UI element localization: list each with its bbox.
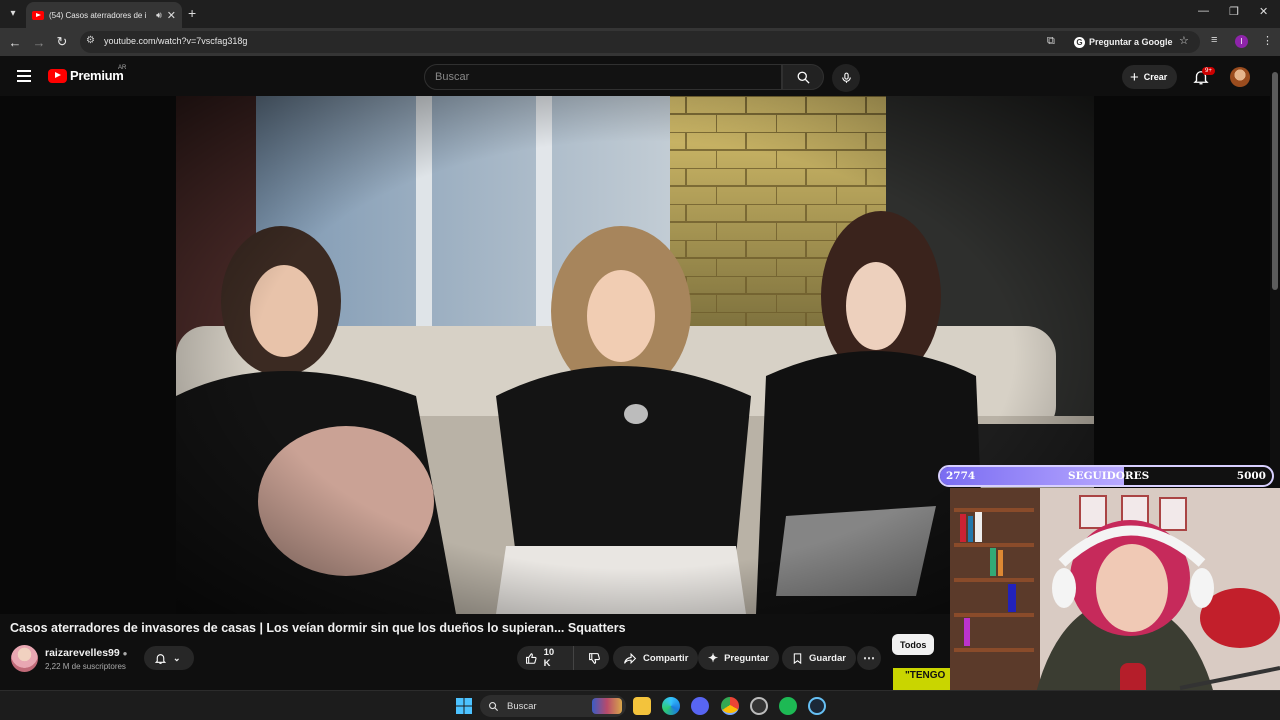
- edge-icon[interactable]: [662, 697, 680, 715]
- browser-tab[interactable]: (54) Casos aterradores de i 🔊︎ ✕: [26, 2, 182, 28]
- media-control-icon[interactable]: ≡: [1211, 34, 1217, 46]
- channel-name-text[interactable]: raizarevelles99: [45, 647, 120, 659]
- url-text[interactable]: youtube.com/watch?v=7vscfag318g: [104, 36, 247, 46]
- share-arrow-icon: [624, 652, 637, 664]
- spotify-icon[interactable]: [779, 697, 797, 715]
- address-bar[interactable]: ⚙︎ youtube.com/watch?v=7vscfag318g ⧉ G P…: [80, 31, 1200, 53]
- close-window-icon[interactable]: ✕: [1259, 5, 1268, 18]
- minimize-icon[interactable]: —: [1198, 5, 1209, 17]
- create-label: Crear: [1143, 72, 1168, 82]
- follower-count: 2774: [946, 470, 976, 482]
- create-button[interactable]: + Crear: [1122, 65, 1178, 89]
- windows-taskbar: Buscar: [0, 690, 1280, 720]
- channel-name[interactable]: raizarevelles99 ●: [45, 647, 128, 659]
- recommended-video-thumbnail[interactable]: "TENGO: [893, 668, 951, 690]
- browser-menu-icon[interactable]: ⋮: [1262, 34, 1273, 47]
- share-button[interactable]: Compartir: [613, 646, 699, 670]
- filter-chip-all[interactable]: Todos: [892, 634, 935, 655]
- more-horizontal-icon: ⋯: [863, 651, 875, 665]
- country-code: AR: [118, 65, 127, 71]
- reload-icon[interactable]: ↻: [53, 33, 71, 51]
- windows-start-icon[interactable]: [455, 697, 473, 715]
- tab-search-icon[interactable]: ▾: [4, 4, 22, 22]
- thumbnail-text: "TENGO: [905, 670, 946, 681]
- subscription-notification-button[interactable]: ⌄: [144, 646, 194, 670]
- plus-icon: +: [1130, 68, 1139, 86]
- install-icon[interactable]: ⧉: [1047, 35, 1055, 48]
- site-info-icon[interactable]: ⚙︎: [86, 35, 95, 46]
- ask-google-button[interactable]: G Preguntar a Google: [1068, 33, 1179, 51]
- search-box: [424, 64, 782, 90]
- thumbs-up-icon: [526, 652, 537, 664]
- microphone-icon: [841, 72, 851, 83]
- subscriber-count: 2,22 M de suscriptores: [45, 662, 126, 671]
- chevron-down-icon: ⌄: [173, 652, 181, 663]
- bookmark-icon: [793, 652, 802, 664]
- like-button[interactable]: 10 K: [517, 646, 574, 670]
- ask-label: Preguntar: [724, 652, 769, 664]
- steam-icon[interactable]: [808, 697, 826, 715]
- close-tab-icon[interactable]: ✕: [167, 9, 176, 22]
- forward-icon[interactable]: →: [30, 33, 48, 51]
- scrollbar-thumb[interactable]: [1272, 72, 1278, 290]
- chrome-icon[interactable]: [721, 697, 739, 715]
- youtube-masthead: Premium AR + Crear: [0, 56, 1270, 96]
- share-label: Compartir: [643, 652, 689, 664]
- search-icon: [797, 71, 810, 84]
- youtube-play-icon: [48, 68, 67, 83]
- save-label: Guardar: [809, 652, 846, 664]
- restore-icon[interactable]: ❐: [1229, 5, 1239, 18]
- like-dislike-group: 10 K: [517, 646, 609, 670]
- search-input[interactable]: [425, 65, 781, 89]
- discord-icon[interactable]: [691, 697, 709, 715]
- taskbar-search-label: Buscar: [507, 700, 537, 712]
- save-button[interactable]: Guardar: [782, 646, 856, 670]
- follower-goal-bar: 2774 SEGUIDORES 5000: [938, 465, 1274, 487]
- sparkle-icon: ✦: [708, 651, 719, 665]
- youtube-logo[interactable]: Premium AR: [48, 65, 127, 83]
- account-avatar[interactable]: [1230, 67, 1250, 87]
- taskbar-search-icon: [489, 701, 499, 711]
- bookmark-star-icon[interactable]: ☆: [1179, 34, 1189, 47]
- browser-toolbar: ← → ↻ ⚙︎ youtube.com/watch?v=7vscfag318g…: [0, 28, 1280, 56]
- webcam-image: [950, 488, 1280, 720]
- back-icon[interactable]: ←: [6, 33, 24, 51]
- more-actions-button[interactable]: ⋯: [857, 646, 881, 670]
- channel-avatar[interactable]: [11, 645, 38, 672]
- youtube-favicon-icon: [32, 10, 44, 20]
- logo-text: Premium: [70, 68, 124, 83]
- google-icon: G: [1074, 36, 1085, 48]
- obs-icon[interactable]: [750, 697, 768, 715]
- new-tab-icon[interactable]: +: [188, 5, 196, 21]
- browser-profile-avatar[interactable]: I: [1235, 35, 1248, 48]
- webcam-overlay: [950, 488, 1280, 720]
- follower-goal-label: SEGUIDORES: [1068, 470, 1150, 482]
- search-button[interactable]: [782, 64, 824, 90]
- voice-search-button[interactable]: [832, 64, 860, 92]
- ask-button[interactable]: ✦ Preguntar: [698, 646, 779, 670]
- guide-menu-icon[interactable]: [17, 70, 31, 82]
- subscribed-bell-icon: [154, 653, 167, 664]
- file-explorer-icon[interactable]: [633, 697, 651, 715]
- notifications-badge: 9+: [1202, 67, 1215, 75]
- speaker-icon[interactable]: 🔊︎: [156, 10, 162, 21]
- browser-tab-strip: ▾ (54) Casos aterradores de i 🔊︎ ✕ + — ❐…: [0, 0, 1280, 28]
- tab-title: (54) Casos aterradores de i: [49, 10, 147, 20]
- video-title: Casos aterradores de invasores de casas …: [10, 621, 626, 635]
- ask-google-label: Preguntar a Google: [1089, 37, 1173, 47]
- search-highlight-image: [592, 698, 622, 714]
- thumbs-down-icon: [589, 652, 600, 664]
- dislike-button[interactable]: [580, 652, 609, 665]
- follower-goal-target: 5000: [1236, 470, 1266, 482]
- like-count: 10 K: [543, 647, 555, 669]
- verified-check-icon: ●: [122, 649, 128, 658]
- taskbar-search[interactable]: Buscar: [480, 695, 626, 717]
